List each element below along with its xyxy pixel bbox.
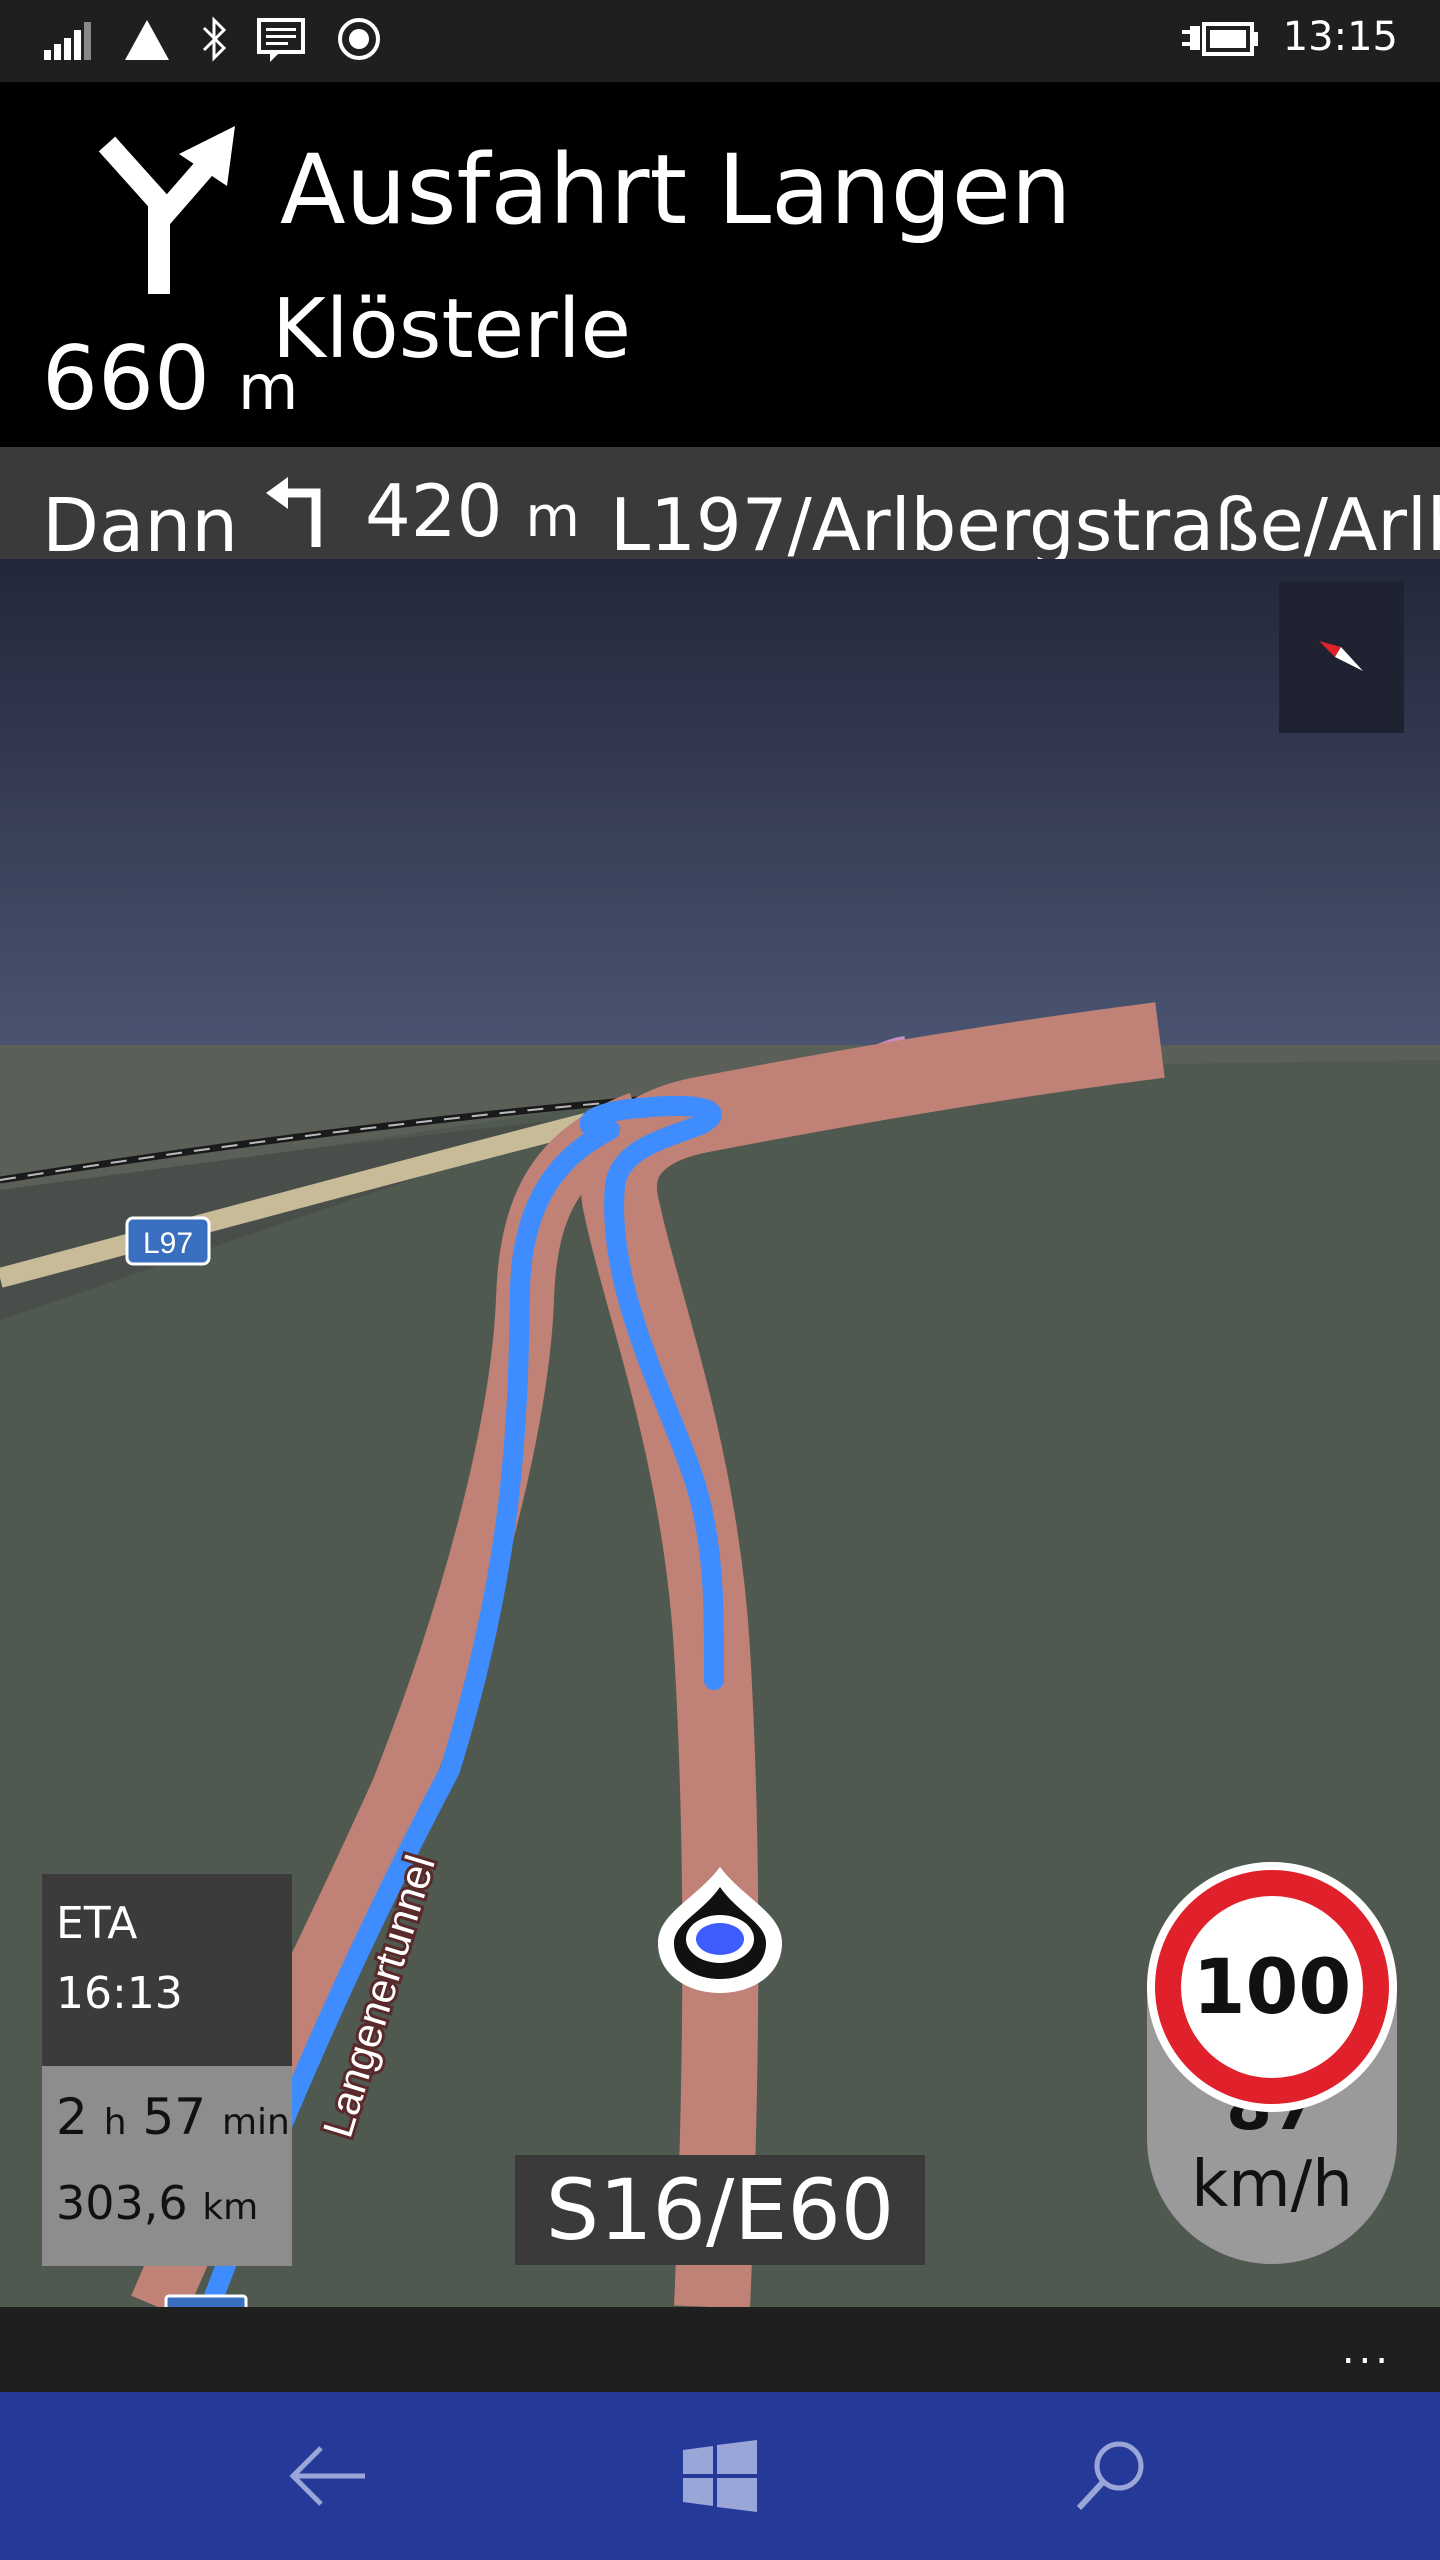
trip-duration-hours: 2 <box>56 2088 88 2146</box>
eta-label: ETA <box>56 1898 138 1949</box>
compass-icon <box>1319 641 1363 671</box>
app-bar: ... <box>0 2307 1440 2392</box>
compass-button[interactable] <box>1279 581 1404 733</box>
wifi-icon <box>125 20 169 60</box>
sky <box>0 559 1440 1049</box>
trip-distance-value: 303,6 <box>56 2176 188 2230</box>
eta-panel[interactable]: ETA 16:13 <box>42 1874 292 2066</box>
next-maneuver-label: Dann <box>42 483 239 559</box>
trip-duration: 2 h 57 min <box>56 2088 290 2146</box>
road-shield-bottom <box>164 2294 248 2307</box>
next-maneuver-distance: 420 m <box>365 469 580 553</box>
system-nav-bar <box>0 2392 1440 2560</box>
guidance-header: Ausfahrt Langen Klösterle 660 m <box>0 82 1440 447</box>
speed-limit-sign: 100 <box>1147 1862 1397 2112</box>
status-bar: 13:15 <box>0 0 1440 82</box>
maneuver-sub-instruction: Klösterle <box>272 282 631 377</box>
status-clock: 13:15 <box>1282 14 1398 60</box>
turn-left-icon <box>266 477 321 547</box>
next-maneuver-road: L197/Arlbergstraße/Arlb <box>610 483 1440 559</box>
eta-value: 16:13 <box>56 1968 183 2019</box>
next-maneuver-bar: Dann 420 m L197/Arlbergstraße/Arlb <box>0 447 1440 559</box>
current-road-label: S16/E60 <box>515 2155 925 2265</box>
trip-duration-minutes: 57 <box>142 2088 207 2146</box>
maneuver-distance-unit: m <box>237 351 299 424</box>
message-icon <box>257 18 305 62</box>
trip-duration-hours-unit: h <box>103 2102 127 2143</box>
speed-unit: km/h <box>1191 2148 1353 2222</box>
trip-duration-minutes-unit: min <box>221 2102 290 2143</box>
next-maneuver-distance-value: 420 <box>365 469 503 553</box>
maneuver-distance: 660 m <box>42 327 298 430</box>
keep-right-exit-icon <box>98 126 235 294</box>
signal-icon <box>44 22 91 60</box>
back-arrow-icon[interactable] <box>283 2436 373 2516</box>
maneuver-instruction: Ausfahrt Langen <box>280 134 1072 246</box>
location-icon <box>338 18 380 60</box>
speed-limit-value: 100 <box>1181 1896 1363 2078</box>
more-options-button[interactable]: ... <box>1342 2327 1392 2373</box>
maneuver-distance-value: 660 <box>42 327 210 430</box>
road-shield-l97: L97 <box>143 1227 193 1260</box>
trip-summary-panel[interactable]: 2 h 57 min 303,6 km <box>42 2066 292 2266</box>
next-maneuver-distance-unit: m <box>525 485 580 550</box>
windows-start-icon[interactable] <box>675 2436 765 2516</box>
trip-distance-unit: km <box>202 2187 259 2228</box>
bluetooth-icon <box>202 16 227 62</box>
search-icon[interactable] <box>1067 2436 1157 2516</box>
trip-distance: 303,6 km <box>56 2176 258 2230</box>
battery-charging-icon <box>1182 22 1258 56</box>
